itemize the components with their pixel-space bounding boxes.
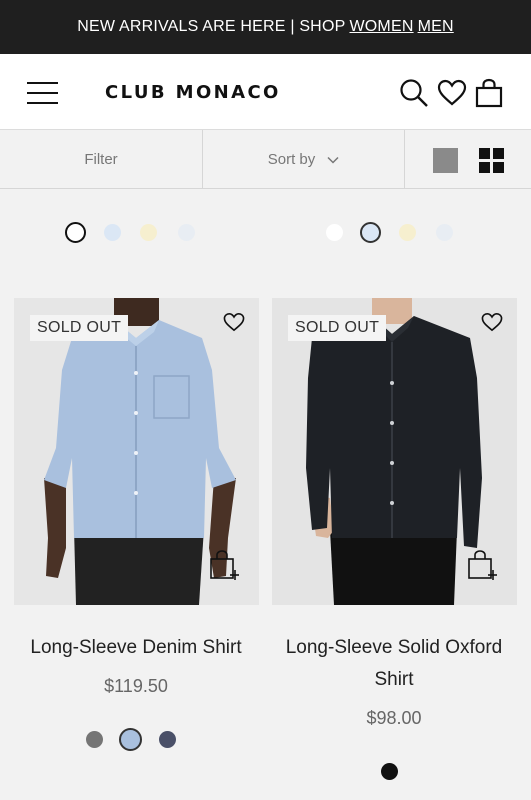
- wishlist-heart-icon[interactable]: [223, 312, 245, 332]
- chevron-down-icon: [327, 156, 339, 164]
- grid-4-view-button[interactable]: [479, 148, 504, 173]
- shop-women-link[interactable]: WOMEN: [349, 18, 413, 36]
- heart-icon[interactable]: [437, 78, 467, 108]
- swatch-top-right-blue[interactable]: [360, 222, 381, 243]
- search-icon[interactable]: [399, 78, 429, 108]
- bag-icon[interactable]: [474, 78, 504, 108]
- sold-out-badge: SOLD OUT: [288, 315, 387, 341]
- sort-label: Sort by: [267, 151, 316, 168]
- swatch-top-left-grey[interactable]: [178, 224, 195, 241]
- product-image-oxford-shirt[interactable]: SOLD OUT: [272, 298, 517, 605]
- product-name-link[interactable]: Long-Sleeve Denim Shirt: [7, 632, 265, 664]
- product-name-link[interactable]: Long-Sleeve Solid Oxford Shirt: [265, 632, 523, 696]
- filter-label: Filter: [84, 151, 118, 168]
- shop-men-link[interactable]: MEN: [418, 18, 454, 36]
- menu-icon[interactable]: [27, 82, 58, 104]
- product-image-denim-shirt[interactable]: SOLD OUT: [14, 298, 259, 605]
- color-swatch-grey[interactable]: [86, 731, 103, 748]
- promo-text: NEW ARRIVALS ARE HERE | SHOP: [77, 18, 346, 35]
- listing-toolbar: Filter Sort by: [0, 130, 531, 189]
- brand-logo[interactable]: CLUB MONACO: [105, 82, 281, 103]
- color-swatch-light-blue[interactable]: [119, 728, 142, 751]
- grid-1-view-button[interactable]: [433, 148, 458, 173]
- swatch-top-right-yellow[interactable]: [399, 224, 416, 241]
- swatch-top-left-blue[interactable]: [104, 224, 121, 241]
- add-to-bag-icon[interactable]: [467, 549, 497, 581]
- sort-button[interactable]: Sort by: [203, 130, 404, 189]
- product-price: $119.50: [104, 676, 168, 696]
- swatch-top-right-white[interactable]: [326, 224, 343, 241]
- filter-button[interactable]: Filter: [0, 130, 202, 189]
- color-swatch-black[interactable]: [381, 763, 398, 780]
- site-header: CLUB MONACO: [0, 54, 531, 130]
- product-price: $98.00: [366, 708, 422, 728]
- color-swatch-navy[interactable]: [159, 731, 176, 748]
- sold-out-badge: SOLD OUT: [30, 315, 129, 341]
- swatch-top-right-grey[interactable]: [436, 224, 453, 241]
- add-to-bag-icon[interactable]: [209, 549, 239, 581]
- promo-banner: NEW ARRIVALS ARE HERE | SHOP WOMEN MEN: [0, 0, 531, 54]
- swatch-top-left-white[interactable]: [65, 222, 86, 243]
- swatch-top-left-yellow[interactable]: [140, 224, 157, 241]
- wishlist-heart-icon[interactable]: [481, 312, 503, 332]
